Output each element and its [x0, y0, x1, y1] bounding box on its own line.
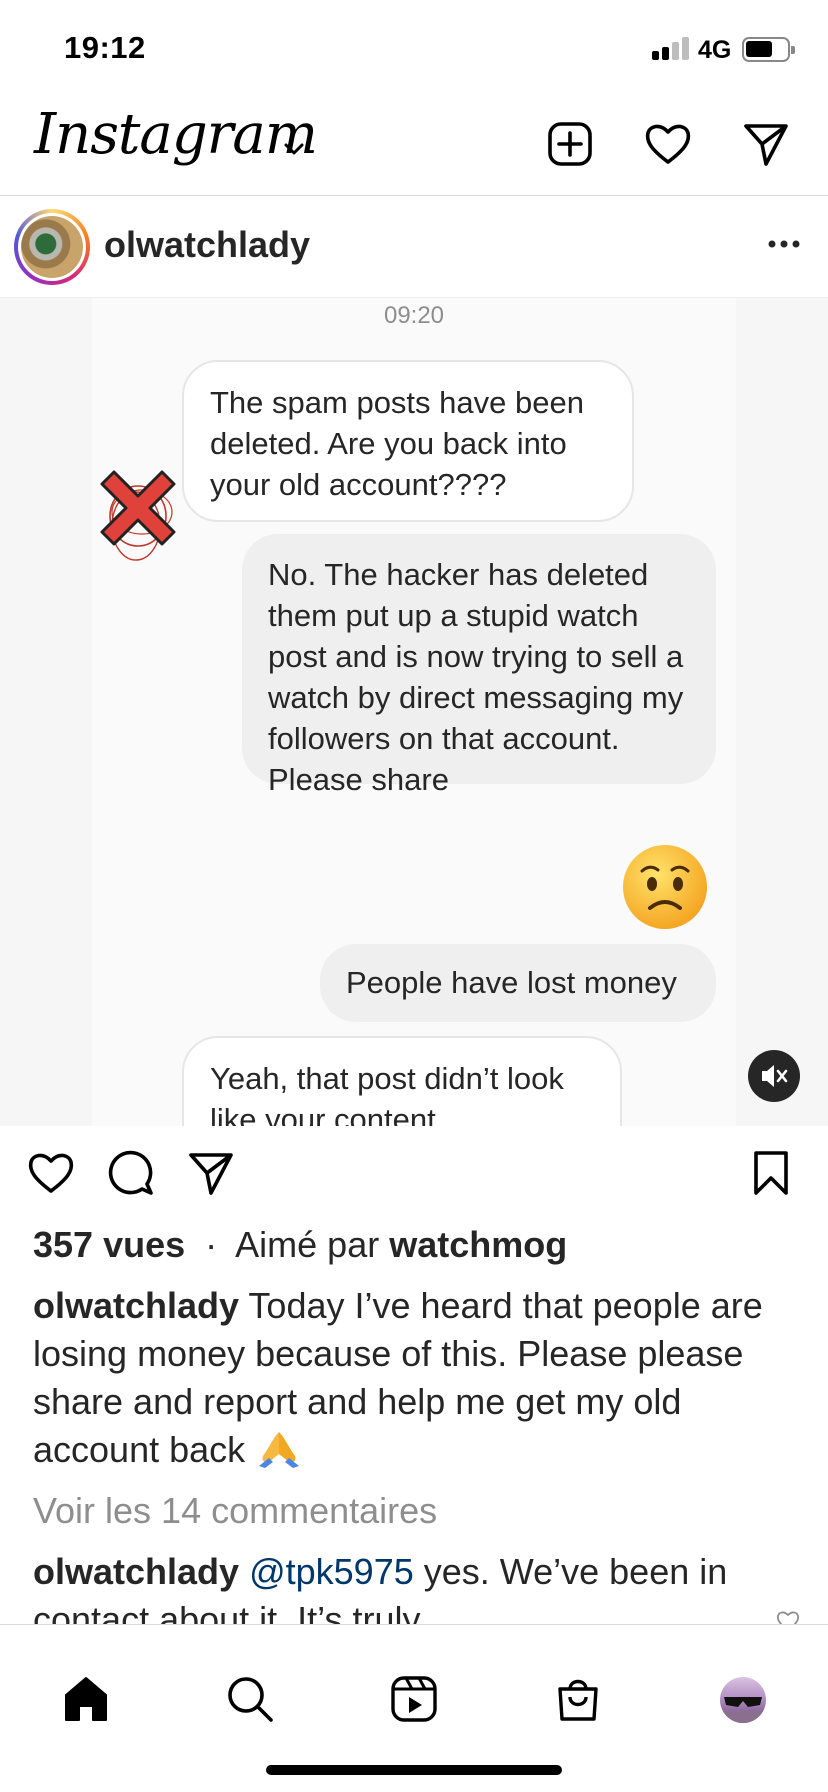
- comment-username[interactable]: olwatchlady: [33, 1551, 239, 1592]
- comment-icon[interactable]: [106, 1148, 156, 1198]
- comment-preview: olwatchlady @tpk5975 yes. We’ve been in …: [33, 1548, 773, 1624]
- mute-button[interactable]: [748, 1050, 800, 1102]
- folded-hands-emoji-icon: [259, 1432, 300, 1468]
- liked-by-prefix: Aimé par: [235, 1224, 380, 1265]
- status-time: 19:12: [64, 30, 146, 65]
- comment-mention[interactable]: @tpk5975: [249, 1551, 414, 1592]
- avatar[interactable]: [14, 209, 90, 285]
- direct-message-icon[interactable]: [740, 118, 792, 170]
- message-bubble-received: The spam posts have been deleted. Are yo…: [182, 360, 634, 522]
- chat-timestamp: 09:20: [383, 302, 445, 329]
- battery-icon: [742, 37, 795, 62]
- message-bubble-sent: People have lost money: [320, 944, 716, 1022]
- reels-icon[interactable]: [388, 1673, 440, 1725]
- shop-icon[interactable]: [552, 1673, 604, 1725]
- views-likes-row: 357 vues · Aimé par watchmog: [33, 1224, 567, 1266]
- instagram-logo[interactable]: Instagram: [34, 102, 318, 167]
- bottom-navigation: [0, 1624, 828, 1792]
- caption-username[interactable]: olwatchlady: [33, 1285, 239, 1326]
- more-options-icon[interactable]: [766, 234, 802, 254]
- status-bar: 19:12 4G: [0, 0, 828, 100]
- search-icon[interactable]: [224, 1673, 276, 1725]
- liked-by-user[interactable]: watchmog: [389, 1224, 567, 1265]
- speaker-muted-icon: [762, 1065, 788, 1087]
- views-count[interactable]: 357 vues: [33, 1224, 185, 1265]
- network-type: 4G: [698, 36, 732, 64]
- sunglasses-avatar-image: [720, 1697, 766, 1723]
- message-bubble-received: Yeah, that post didn’t look like your co…: [182, 1036, 622, 1126]
- chevron-down-icon[interactable]: [281, 136, 307, 162]
- post-actions: [0, 1126, 828, 1222]
- home-indicator: [266, 1765, 562, 1775]
- post-media[interactable]: 09:20 The spam posts have been deleted. …: [0, 298, 828, 1126]
- app-header: Instagram: [0, 100, 828, 196]
- red-x-scribble-icon: [100, 470, 176, 561]
- post-caption: olwatchlady Today I’ve heard that people…: [33, 1282, 803, 1474]
- new-post-icon[interactable]: [544, 118, 596, 170]
- message-bubble-sent: No. The hacker has deleted them put up a…: [242, 534, 716, 797]
- heart-icon[interactable]: [642, 118, 694, 170]
- save-icon[interactable]: [746, 1148, 796, 1198]
- post-header: olwatchlady: [0, 196, 828, 298]
- like-icon[interactable]: [26, 1148, 76, 1198]
- watch-avatar-image: [21, 216, 83, 278]
- separator-dot: ·: [205, 1224, 218, 1265]
- share-icon[interactable]: [186, 1148, 236, 1198]
- worried-face-emoji-icon: [623, 845, 707, 929]
- post-username[interactable]: olwatchlady: [104, 224, 310, 266]
- home-icon[interactable]: [60, 1673, 112, 1725]
- signal-strength-icon: [652, 36, 690, 60]
- view-comments-link[interactable]: Voir les 14 commentaires: [33, 1490, 437, 1532]
- profile-avatar[interactable]: [720, 1677, 766, 1723]
